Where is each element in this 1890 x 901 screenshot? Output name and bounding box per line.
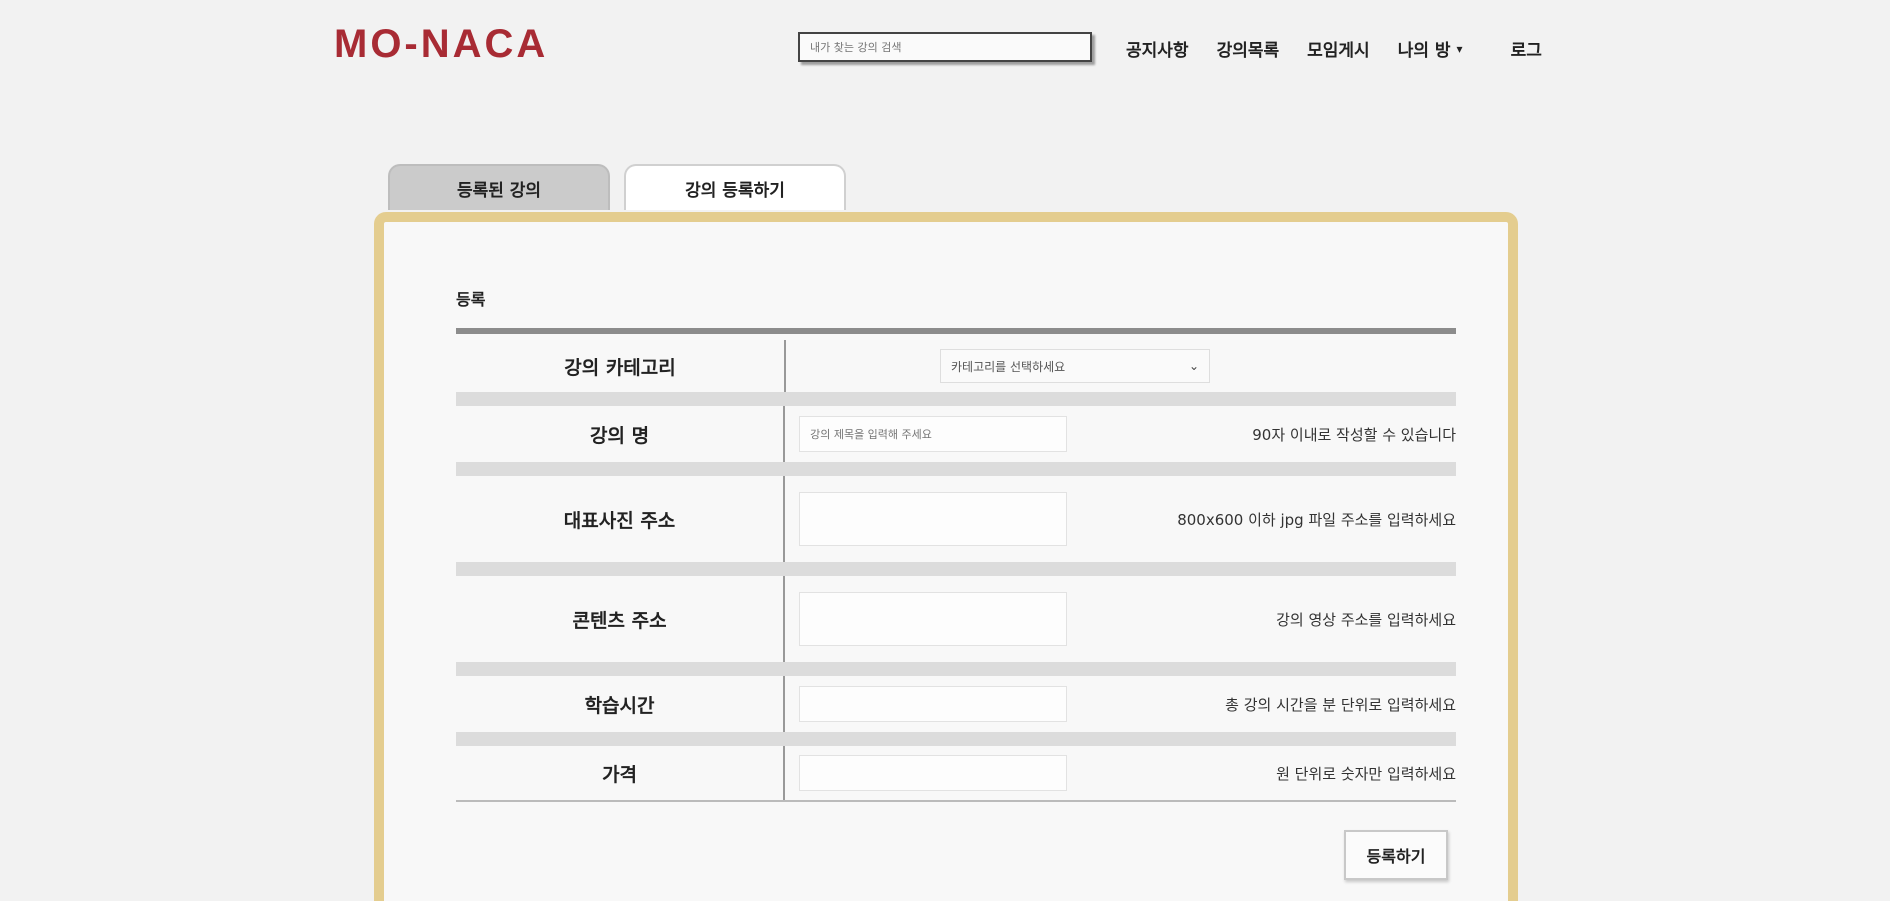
- form-row-title: 강의 명 90자 이내로 작성할 수 있습니다: [456, 406, 1456, 476]
- lecture-title-input[interactable]: [799, 416, 1068, 452]
- field-label: 대표사진 주소: [456, 476, 786, 562]
- chevron-down-icon: ⌄: [1188, 359, 1199, 373]
- nav-mypage[interactable]: 나의 방 ▾: [1398, 36, 1463, 61]
- search-input[interactable]: [798, 32, 1092, 62]
- logo[interactable]: MO-NACA: [334, 22, 548, 67]
- form-row-thumbnail: 대표사진 주소 800x600 이하 jpg 파일 주소를 입력하세요: [456, 476, 1456, 576]
- field-cell: [785, 576, 1068, 662]
- price-input[interactable]: [799, 755, 1068, 791]
- content-url-input[interactable]: [799, 592, 1068, 646]
- category-select[interactable]: 카테고리를 선택하세요 ⌄: [940, 349, 1210, 383]
- field-label: 강의 명: [456, 406, 786, 462]
- nav-notice[interactable]: 공지사항: [1126, 36, 1189, 61]
- tab-register-lecture[interactable]: 강의 등록하기: [624, 164, 846, 210]
- nav-lectures[interactable]: 강의목록: [1217, 36, 1280, 61]
- top-nav: 공지사항 강의목록 모임게시 나의 방 ▾ 로그: [1126, 36, 1542, 61]
- field-cell: [785, 476, 1068, 562]
- submit-button[interactable]: 등록하기: [1344, 830, 1448, 880]
- field-cell: 카테고리를 선택하세요 ⌄: [786, 340, 1456, 392]
- lecture-form: 강의 카테고리 카테고리를 선택하세요 ⌄ 강의 명 90자 이내로 작성할 수…: [456, 340, 1456, 802]
- section-title: 등록: [456, 290, 486, 309]
- form-row-category: 강의 카테고리 카테고리를 선택하세요 ⌄: [456, 340, 1456, 406]
- field-label: 학습시간: [456, 676, 786, 732]
- page: MO-NACA 공지사항 강의목록 모임게시 나의 방 ▾ 로그 등록된 강의 …: [0, 0, 1890, 901]
- field-hint: 강의 영상 주소를 입력하세요: [1276, 610, 1456, 629]
- section-divider: [456, 328, 1456, 334]
- field-cell: [785, 676, 1068, 732]
- form-row-duration: 학습시간 총 강의 시간을 분 단위로 입력하세요: [456, 676, 1456, 746]
- category-select-value: 카테고리를 선택하세요: [951, 359, 1066, 374]
- thumbnail-url-input[interactable]: [799, 492, 1068, 546]
- field-hint: 800x600 이하 jpg 파일 주소를 입력하세요: [1177, 510, 1456, 529]
- form-row-content: 콘텐츠 주소 강의 영상 주소를 입력하세요: [456, 576, 1456, 676]
- field-cell: [785, 746, 1068, 800]
- field-label: 가격: [456, 746, 786, 800]
- caret-down-icon: ▾: [1456, 41, 1463, 56]
- field-label: 콘텐츠 주소: [456, 576, 786, 662]
- field-cell: [785, 406, 1068, 462]
- duration-input[interactable]: [799, 686, 1068, 722]
- form-panel: 등록 강의 카테고리 카테고리를 선택하세요 ⌄ 강의 명 90자 이내로 작성…: [374, 212, 1518, 901]
- field-hint: 90자 이내로 작성할 수 있습니다: [1252, 425, 1456, 444]
- field-hint: 총 강의 시간을 분 단위로 입력하세요: [1225, 695, 1456, 714]
- field-hint: 원 단위로 숫자만 입력하세요: [1276, 764, 1456, 783]
- field-label: 강의 카테고리: [456, 340, 786, 392]
- nav-logout[interactable]: 로그: [1511, 36, 1542, 61]
- nav-community[interactable]: 모임게시: [1307, 36, 1370, 61]
- nav-mypage-label: 나의 방: [1397, 41, 1451, 61]
- form-row-price: 가격 원 단위로 숫자만 입력하세요: [456, 746, 1456, 802]
- tab-registered-lectures[interactable]: 등록된 강의: [388, 164, 610, 210]
